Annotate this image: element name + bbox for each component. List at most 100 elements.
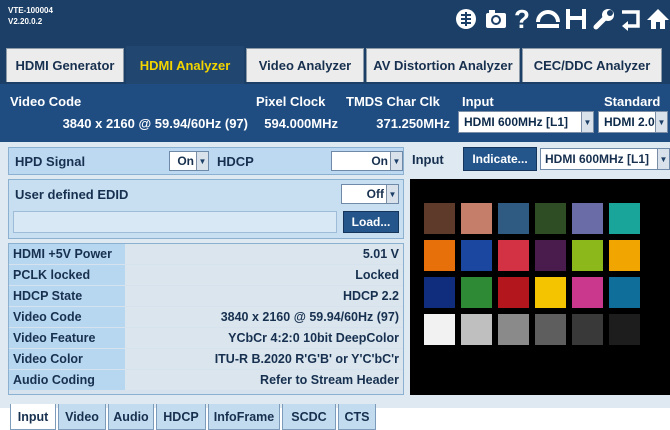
table-row: Video Feature YCbCr 4:2:0 10bit DeepColo…: [9, 328, 403, 349]
color-swatch: [424, 277, 455, 308]
bottom-tab-bar: Input Video Audio HDCP InfoFrame SCDC CT…: [0, 400, 670, 430]
tab-cec-ddc-analyzer[interactable]: CEC/DDC Analyzer: [522, 48, 662, 82]
input-select-value: HDMI 600MHz [L1]: [464, 115, 569, 129]
top-bar: VTE-100004 V2.20.0.2 ?: [0, 0, 670, 38]
device-id: VTE-100004 V2.20.0.2: [8, 5, 53, 27]
status-key: Audio Coding: [9, 370, 125, 390]
tab-hdcp[interactable]: HDCP: [156, 404, 206, 430]
table-row: Video Code 3840 x 2160 @ 59.94/60Hz (97): [9, 307, 403, 328]
main-panel: HPD Signal On ▼ HDCP On ▼ User defined E…: [0, 142, 670, 400]
hdcp-value: On: [371, 154, 388, 168]
table-row: Video Color ITU-R B.2020 R'G'B' or Y'C'b…: [9, 349, 403, 370]
tab-video[interactable]: Video: [58, 404, 106, 430]
tab-audio[interactable]: Audio: [108, 404, 154, 430]
table-row: PCLK locked Locked: [9, 265, 403, 286]
video-code-value: 3840 x 2160 @ 59.94/60Hz (97): [62, 116, 248, 131]
hdcp-select[interactable]: On ▼: [331, 151, 403, 171]
tab-hdmi-analyzer[interactable]: HDMI Analyzer: [126, 46, 244, 84]
edid-panel: User defined EDID Off ▼ Load...: [8, 179, 404, 239]
wrench-icon[interactable]: [590, 5, 618, 33]
status-value: 5.01 V: [125, 244, 403, 264]
color-swatch: [498, 277, 529, 308]
hdcp-label: HDCP: [217, 154, 254, 169]
user-defined-edid-label: User defined EDID: [15, 187, 129, 202]
status-key: HDMI +5V Power: [9, 244, 125, 264]
hpd-signal-value: On: [177, 154, 194, 168]
color-swatch: [535, 314, 566, 345]
color-swatch: [609, 277, 640, 308]
color-swatch: [535, 203, 566, 234]
tab-cts[interactable]: CTS: [338, 404, 376, 430]
status-table: HDMI +5V Power 5.01 V PCLK locked Locked…: [8, 243, 404, 395]
help-icon[interactable]: ?: [508, 4, 536, 34]
standard-label: Standard: [604, 94, 661, 109]
video-code-label: Video Code: [10, 94, 82, 109]
main-tab-strip: HDMI Generator HDMI Analyzer Video Analy…: [0, 38, 670, 84]
status-key: HDCP State: [9, 286, 125, 306]
edid-select[interactable]: Off ▼: [341, 184, 399, 204]
table-row: Audio Coding Refer to Stream Header: [9, 370, 403, 391]
color-swatch: [535, 277, 566, 308]
status-value: Locked: [125, 265, 403, 285]
tab-hdmi-generator[interactable]: HDMI Generator: [6, 48, 124, 82]
tab-video-analyzer[interactable]: Video Analyzer: [246, 48, 364, 82]
status-value: HDCP 2.2: [125, 286, 403, 306]
tmds-char-clk-value: 371.250MHz: [376, 116, 450, 131]
color-swatch: [461, 314, 492, 345]
chevron-down-icon: ▼: [655, 112, 667, 132]
color-swatch: [461, 240, 492, 271]
table-row: HDCP State HDCP 2.2: [9, 286, 403, 307]
color-swatch: [498, 203, 529, 234]
status-key: Video Feature: [9, 328, 125, 348]
save-icon[interactable]: [562, 5, 590, 33]
tmds-char-clk-label: TMDS Char Clk: [346, 94, 440, 109]
edid-file-field[interactable]: [13, 211, 337, 233]
input-source-select[interactable]: HDMI 600MHz [L1] ▼: [540, 148, 670, 170]
color-swatch: [572, 240, 603, 271]
tab-infoframe[interactable]: InfoFrame: [208, 404, 280, 430]
color-swatch: [461, 277, 492, 308]
video-preview: [410, 179, 670, 395]
status-value: ITU-R B.2020 R'G'B' or Y'C'bC'r: [125, 349, 403, 369]
color-swatch: [424, 203, 455, 234]
color-swatch: [535, 240, 566, 271]
tab-input[interactable]: Input: [10, 404, 56, 430]
chevron-down-icon: ▼: [657, 149, 669, 169]
color-swatch: [609, 314, 640, 345]
tab-av-distortion-analyzer[interactable]: AV Distortion Analyzer: [366, 48, 520, 82]
signal-info-band: Video Code 3840 x 2160 @ 59.94/60Hz (97)…: [0, 84, 670, 142]
color-swatch: [424, 314, 455, 345]
chevron-down-icon: ▼: [390, 152, 402, 170]
indicate-button[interactable]: Indicate...: [463, 147, 537, 171]
color-swatch: [572, 314, 603, 345]
standard-select-value: HDMI 2.0: [604, 115, 655, 129]
input-select[interactable]: HDMI 600MHz [L1] ▼: [458, 111, 594, 133]
input-source-row: Input Indicate... HDMI 600MHz [L1] ▼: [408, 147, 670, 175]
brain-icon[interactable]: [452, 5, 480, 33]
status-key: Video Color: [9, 349, 125, 369]
color-swatch: [424, 240, 455, 271]
chevron-down-icon: ▼: [196, 152, 208, 170]
hpd-signal-select[interactable]: On ▼: [169, 151, 209, 171]
pixel-clock-label: Pixel Clock: [256, 94, 326, 109]
home-icon[interactable]: [644, 5, 670, 33]
device-model: VTE-100004: [8, 6, 53, 15]
hpd-signal-label: HPD Signal: [15, 154, 86, 169]
color-swatch: [498, 314, 529, 345]
camera-icon[interactable]: [482, 5, 510, 33]
load-edid-button[interactable]: Load...: [343, 211, 399, 233]
return-icon[interactable]: [616, 5, 644, 33]
input-source-value: HDMI 600MHz [L1]: [545, 152, 650, 166]
chevron-down-icon: ▼: [581, 112, 593, 132]
input-label: Input: [462, 94, 494, 109]
pixel-clock-value: 594.000MHz: [264, 116, 338, 131]
tab-scdc[interactable]: SCDC: [282, 404, 336, 430]
status-key: PCLK locked: [9, 265, 125, 285]
edid-select-value: Off: [366, 187, 384, 201]
color-swatch: [609, 203, 640, 234]
table-row: HDMI +5V Power 5.01 V: [9, 244, 403, 265]
standard-select[interactable]: HDMI 2.0 ▼: [598, 111, 668, 133]
firmware-version: V2.20.0.2: [8, 17, 43, 26]
color-swatch: [572, 277, 603, 308]
refresh-icon[interactable]: [534, 5, 562, 33]
